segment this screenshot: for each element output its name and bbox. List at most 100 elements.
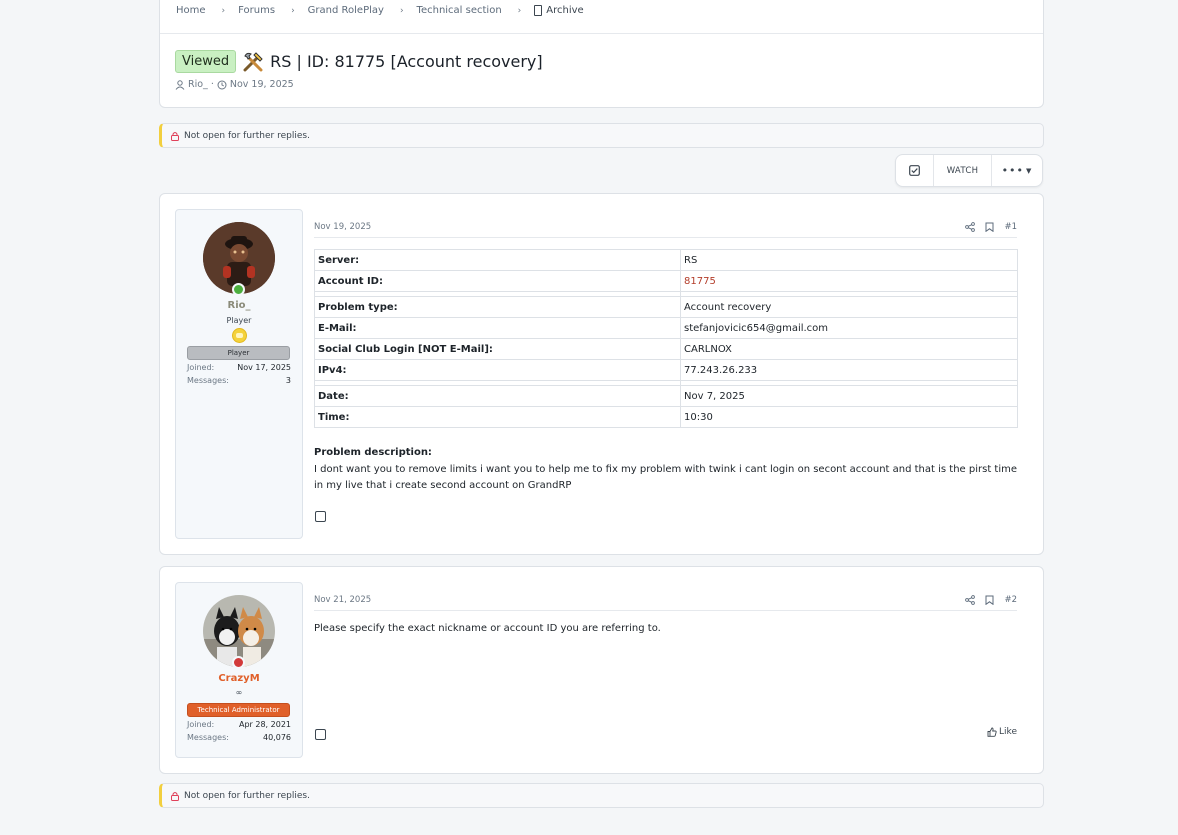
breadcrumb-grand-roleplay[interactable]: Grand RolePlay (308, 5, 384, 16)
field-key: E-Mail: (314, 317, 681, 339)
chevron-right-icon: › (517, 5, 522, 16)
field-key: IPv4: (314, 359, 681, 381)
breadcrumb-archive-label: Archive (546, 5, 584, 16)
table-row: Account ID: 81775 (314, 270, 1018, 292)
post-2: CrazyM ∞ Technical Administrator Joined:… (159, 566, 1044, 774)
field-key: Time: (314, 406, 681, 428)
player-badge-icon (232, 328, 247, 343)
post-number-link[interactable]: #1 (1004, 222, 1017, 232)
field-value: stefanjovicic654@gmail.com (680, 317, 1018, 339)
bookmark-icon[interactable] (985, 595, 994, 605)
post-actions: #1 (965, 222, 1017, 232)
post-actions: #2 (965, 595, 1017, 605)
messages-stat: Messages: 40,076 (187, 733, 291, 742)
breadcrumb-home[interactable]: Home (176, 5, 206, 16)
post-header: Nov 21, 2025 #2 (314, 589, 1017, 611)
thread-author-link[interactable]: Rio_ (188, 79, 208, 90)
viewed-badge: Viewed (175, 50, 237, 73)
messages-label: Messages: (187, 376, 229, 385)
messages-value: 40,076 (263, 733, 291, 742)
table-row: Problem type: Account recovery (314, 296, 1018, 318)
lock-icon (171, 131, 179, 141)
post-date-link[interactable]: Nov 19, 2025 (314, 222, 371, 232)
thread-title-row: Viewed RS | ID: 81775 [Account recovery] (175, 50, 543, 73)
breadcrumb-archive[interactable]: Archive (534, 5, 584, 16)
joined-stat: Joined: Apr 28, 2021 (187, 720, 291, 729)
thread-header: Home › Forums › Grand RolePlay › Technic… (159, 0, 1044, 108)
watch-button[interactable]: WATCH (934, 155, 992, 186)
thumbs-up-icon (987, 727, 997, 737)
user-banner: Player (187, 346, 290, 360)
closed-notice-text: Not open for further replies. (184, 130, 310, 141)
messages-stat: Messages: 3 (187, 376, 291, 385)
closed-notice-text: Not open for further replies. (184, 790, 310, 801)
like-button[interactable]: Like (987, 727, 1017, 737)
user-info-box: CrazyM ∞ Technical Administrator Joined:… (175, 582, 303, 758)
user-title: Player (226, 316, 252, 325)
meta-separator: · (210, 79, 214, 90)
field-value: CARLNOX (680, 338, 1018, 360)
closed-notice-bottom: Not open for further replies. (159, 783, 1044, 808)
account-info-table: Server: RS Account ID: 81775 Problem typ… (314, 249, 1018, 428)
user-info-box: Rio_ Player Player Joined: Nov 17, 2025 … (175, 209, 303, 539)
thread-date-link[interactable]: Nov 19, 2025 (230, 79, 294, 90)
user-title: ∞ (235, 688, 243, 697)
joined-value: Nov 17, 2025 (237, 363, 291, 372)
joined-label: Joined: (187, 720, 215, 729)
field-value: 81775 (680, 270, 1018, 292)
table-row: IPv4: 77.243.26.233 (314, 359, 1018, 381)
chevron-right-icon: › (399, 5, 404, 16)
problem-description-text: I dont want you to remove limits i want … (314, 464, 1018, 491)
user-banner: Technical Administrator (187, 703, 290, 717)
user-icon (175, 79, 185, 90)
mark-read-button[interactable] (896, 155, 934, 186)
messages-label: Messages: (187, 733, 229, 742)
more-options-label: ••• (1001, 164, 1025, 177)
joined-value: Apr 28, 2021 (238, 720, 291, 729)
table-row: Time: 10:30 (314, 406, 1018, 428)
field-key: Social Club Login [NOT E-Mail]: (314, 338, 681, 360)
clock-icon (217, 80, 227, 89)
caret-down-icon: ▼ (1026, 166, 1033, 175)
thread-title: RS | ID: 81775 [Account recovery] (270, 52, 543, 71)
field-value: 77.243.26.233 (680, 359, 1018, 381)
username[interactable]: CrazyM (176, 673, 302, 684)
divider (160, 33, 1043, 34)
thread-toolbar: WATCH ••• ▼ (895, 154, 1043, 187)
post-number-link[interactable]: #2 (1004, 595, 1017, 605)
select-post-checkbox[interactable] (315, 729, 326, 740)
share-icon[interactable] (965, 594, 976, 605)
tools-icon (243, 51, 263, 71)
breadcrumb: Home › Forums › Grand RolePlay › Technic… (176, 5, 584, 16)
lock-icon (171, 791, 179, 801)
online-status-icon (232, 283, 245, 296)
status-icon (232, 656, 245, 669)
field-value: RS (680, 249, 1018, 271)
post-date-link[interactable]: Nov 21, 2025 (314, 595, 371, 605)
like-label: Like (999, 727, 1017, 737)
breadcrumb-technical-section[interactable]: Technical section (417, 5, 502, 16)
field-value: Account recovery (680, 296, 1018, 318)
share-icon[interactable] (965, 221, 976, 232)
field-value: Nov 7, 2025 (680, 385, 1018, 407)
table-row: Date: Nov 7, 2025 (314, 385, 1018, 407)
document-icon (534, 5, 543, 16)
post-1: Rio_ Player Player Joined: Nov 17, 2025 … (159, 193, 1044, 555)
post-body-text: Please specify the exact nickname or acc… (314, 623, 661, 634)
breadcrumb-forums[interactable]: Forums (238, 5, 275, 16)
table-row: E-Mail: stefanjovicic654@gmail.com (314, 317, 1018, 339)
chevron-right-icon: › (221, 5, 226, 16)
checkbox-checked-icon (909, 165, 920, 176)
chevron-right-icon: › (291, 5, 295, 16)
select-post-checkbox[interactable] (315, 511, 326, 522)
field-key: Server: (314, 249, 681, 271)
field-key: Problem type: (314, 296, 681, 318)
bookmark-icon[interactable] (985, 222, 994, 232)
field-key: Account ID: (314, 270, 681, 292)
joined-label: Joined: (187, 363, 215, 372)
username[interactable]: Rio_ (176, 300, 302, 311)
thread-meta: Rio_ · Nov 19, 2025 (175, 79, 294, 90)
more-options-button[interactable]: ••• ▼ (992, 164, 1042, 177)
post-header: Nov 19, 2025 #1 (314, 216, 1017, 238)
joined-stat: Joined: Nov 17, 2025 (187, 363, 291, 372)
